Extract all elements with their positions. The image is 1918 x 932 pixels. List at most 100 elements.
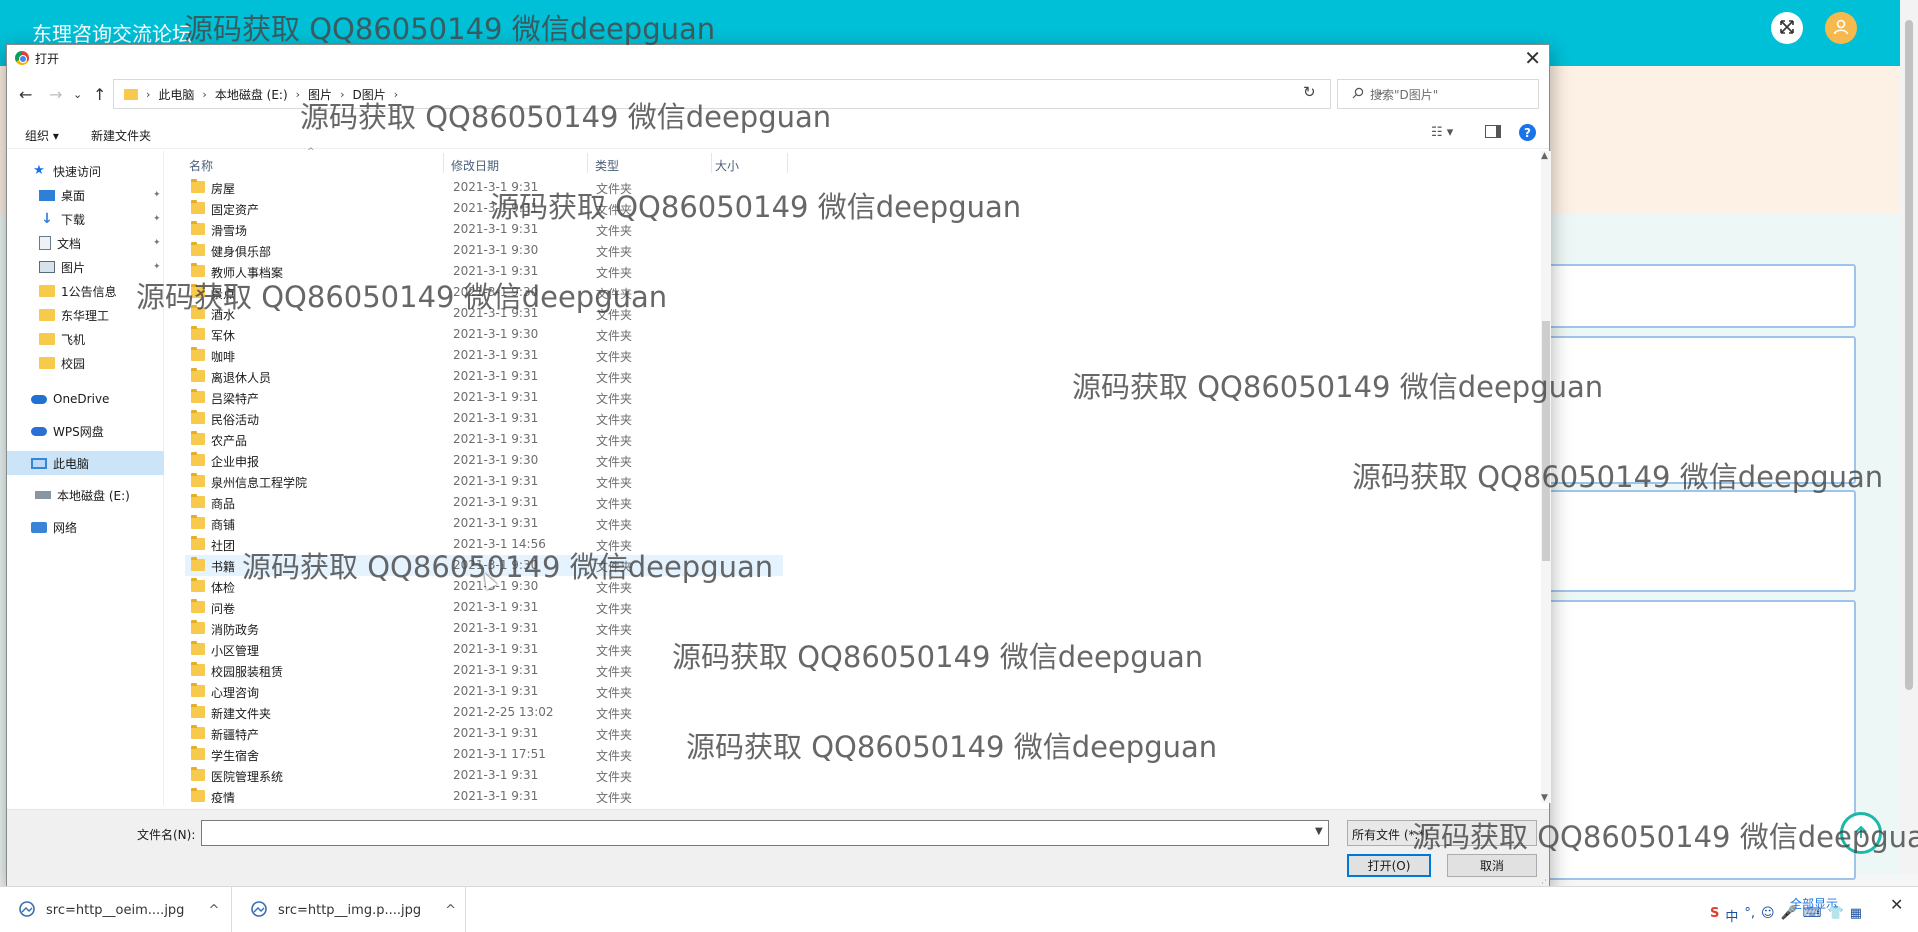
sidebar-item-folder[interactable]: 东华理工 bbox=[7, 303, 164, 327]
view-options-icon[interactable]: ☷ ▾ bbox=[1431, 125, 1453, 140]
file-row[interactable]: 心理咨询 2021-3-1 9:31 文件夹 bbox=[185, 681, 785, 702]
file-row[interactable]: 景点 2021-3-1 9:30 文件夹 bbox=[185, 282, 785, 303]
scrollbar-thumb[interactable] bbox=[1542, 321, 1550, 561]
file-row[interactable]: 问卷 2021-3-1 9:31 文件夹 bbox=[185, 597, 785, 618]
help-icon[interactable]: ? bbox=[1519, 124, 1536, 141]
column-divider[interactable] bbox=[711, 153, 712, 173]
back-arrow-icon[interactable]: ← bbox=[19, 85, 32, 104]
file-row[interactable]: 健身俱乐部 2021-3-1 9:30 文件夹 bbox=[185, 240, 785, 261]
back-to-top-button[interactable] bbox=[1840, 812, 1882, 854]
file-row[interactable]: 泉州信息工程学院 2021-3-1 9:31 文件夹 bbox=[185, 471, 785, 492]
cancel-button[interactable]: 取消 bbox=[1447, 854, 1537, 877]
download-item[interactable]: src=http__img.p....jpg ^ bbox=[232, 887, 466, 932]
organize-button[interactable]: 组织 ▾ bbox=[25, 127, 59, 144]
breadcrumb-current[interactable]: D图片 bbox=[352, 86, 385, 103]
file-row[interactable]: 滑雪场 2021-3-1 9:31 文件夹 bbox=[185, 219, 785, 240]
chevron-down-icon[interactable]: ▼ bbox=[1315, 826, 1323, 837]
file-row[interactable]: 小区管理 2021-3-1 9:31 文件夹 bbox=[185, 639, 785, 660]
scrollbar-thumb[interactable] bbox=[1905, 20, 1913, 690]
new-folder-button[interactable]: 新建文件夹 bbox=[91, 127, 151, 144]
column-modified[interactable]: 修改日期 bbox=[451, 157, 499, 174]
file-row[interactable]: 房屋 2021-3-1 9:31 文件夹 bbox=[185, 177, 785, 198]
file-row[interactable]: 商品 2021-3-1 9:31 文件夹 bbox=[185, 492, 785, 513]
forward-arrow-icon[interactable]: → bbox=[49, 85, 62, 104]
dialog-titlebar[interactable]: 打开 ✕ bbox=[7, 45, 1549, 71]
file-row[interactable]: 医院管理系统 2021-3-1 9:31 文件夹 bbox=[185, 765, 785, 786]
page-scrollbar[interactable] bbox=[1900, 0, 1918, 874]
column-divider[interactable] bbox=[443, 153, 444, 173]
file-row[interactable]: 疫情 2021-3-1 9:31 文件夹 bbox=[185, 786, 785, 803]
form-field[interactable] bbox=[1540, 336, 1856, 484]
file-type-select[interactable]: 所有文件 (*.*) bbox=[1347, 820, 1537, 846]
skin-icon[interactable]: 👕 bbox=[1828, 906, 1844, 925]
file-row[interactable]: 校园服装租赁 2021-3-1 9:31 文件夹 bbox=[185, 660, 785, 681]
file-row[interactable]: 新疆特产 2021-3-1 9:31 文件夹 bbox=[185, 723, 785, 744]
microphone-icon[interactable]: 🎤 bbox=[1781, 906, 1797, 925]
form-field[interactable] bbox=[1540, 264, 1856, 328]
file-row[interactable]: 农产品 2021-3-1 9:31 文件夹 bbox=[185, 429, 785, 450]
file-row[interactable]: 民俗活动 2021-3-1 9:31 文件夹 bbox=[185, 408, 785, 429]
sidebar-item-folder[interactable]: 校园 bbox=[7, 351, 164, 375]
column-divider[interactable] bbox=[787, 153, 788, 173]
sogou-icon[interactable]: S bbox=[1710, 906, 1719, 925]
fullscreen-button[interactable] bbox=[1771, 12, 1803, 44]
sidebar-item-drive[interactable]: 本地磁盘 (E:) bbox=[7, 483, 164, 507]
breadcrumb-drive[interactable]: 本地磁盘 (E:) bbox=[215, 86, 288, 103]
file-row[interactable]: 学生宿舍 2021-3-1 17:51 文件夹 bbox=[185, 744, 785, 765]
file-row[interactable]: 企业申报 2021-3-1 9:30 文件夹 bbox=[185, 450, 785, 471]
file-row[interactable]: 教师人事档案 2021-3-1 9:31 文件夹 bbox=[185, 261, 785, 282]
open-button[interactable]: 打开(O) bbox=[1347, 854, 1431, 877]
preview-pane-icon[interactable] bbox=[1485, 125, 1501, 138]
form-textarea[interactable] bbox=[1540, 600, 1856, 880]
sidebar-item-onedrive[interactable]: OneDrive bbox=[7, 387, 164, 411]
sidebar-item-network[interactable]: 网络 bbox=[7, 515, 164, 539]
chevron-up-icon[interactable]: ^ bbox=[208, 903, 219, 918]
user-avatar-button[interactable] bbox=[1825, 12, 1857, 44]
file-row[interactable]: 固定资产 2021-3-1 9:31 文件夹 bbox=[185, 198, 785, 219]
refresh-icon[interactable]: ↻ bbox=[1303, 83, 1316, 101]
sidebar-item-wps[interactable]: WPS网盘 bbox=[7, 419, 164, 443]
column-divider[interactable] bbox=[587, 153, 588, 173]
filename-input[interactable] bbox=[201, 820, 1329, 846]
column-name[interactable]: 名称 bbox=[189, 157, 213, 174]
close-icon[interactable]: ✕ bbox=[1524, 46, 1541, 70]
file-row[interactable]: 军休 2021-3-1 9:30 文件夹 bbox=[185, 324, 785, 345]
file-row[interactable]: 新建文件夹 2021-2-25 13:02 文件夹 bbox=[185, 702, 785, 723]
chevron-up-icon[interactable]: ^ bbox=[445, 903, 456, 918]
file-list-scrollbar[interactable]: ▲ ▼ bbox=[1541, 151, 1551, 803]
toolbox-icon[interactable]: ▦ bbox=[1850, 906, 1862, 925]
form-field[interactable] bbox=[1540, 490, 1856, 592]
file-row[interactable]: 咖啡 2021-3-1 9:31 文件夹 bbox=[185, 345, 785, 366]
file-row[interactable]: 吕梁特产 2021-3-1 9:31 文件夹 bbox=[185, 387, 785, 408]
up-arrow-icon[interactable]: ↑ bbox=[93, 85, 106, 104]
sidebar-item-desktop[interactable]: 桌面 ✦ bbox=[7, 183, 164, 207]
scroll-down-icon[interactable]: ▼ bbox=[1541, 793, 1548, 803]
sidebar-item-folder[interactable]: 1公告信息 bbox=[7, 279, 164, 303]
file-row[interactable]: 消防政务 2021-3-1 9:31 文件夹 bbox=[185, 618, 785, 639]
sidebar-item-quick-access[interactable]: ★ 快速访问 bbox=[7, 159, 164, 183]
close-icon[interactable]: ✕ bbox=[1890, 895, 1903, 914]
address-bar[interactable]: › 此电脑 › 本地磁盘 (E:) › 图片 › D图片 › ⌄ bbox=[113, 79, 1385, 109]
punctuation-icon[interactable]: °, bbox=[1744, 906, 1755, 925]
search-input[interactable]: 搜索"D图片" bbox=[1337, 79, 1539, 109]
folder-icon bbox=[191, 725, 205, 739]
file-row[interactable]: 社团 2021-3-1 14:56 文件夹 bbox=[185, 534, 785, 555]
sidebar-item-pictures[interactable]: 图片 ✦ bbox=[7, 255, 164, 279]
file-row[interactable]: 商铺 2021-3-1 9:31 文件夹 bbox=[185, 513, 785, 534]
keyboard-icon[interactable]: ⌨ bbox=[1803, 906, 1822, 925]
file-row[interactable]: 酒水 2021-3-1 9:31 文件夹 bbox=[185, 303, 785, 324]
column-type[interactable]: 类型 bbox=[595, 157, 619, 174]
sidebar-item-folder[interactable]: 飞机 bbox=[7, 327, 164, 351]
ime-mode-icon[interactable]: 中 bbox=[1725, 906, 1738, 925]
column-size[interactable]: 大小 bbox=[715, 157, 739, 174]
breadcrumb-pictures[interactable]: 图片 bbox=[308, 86, 332, 103]
sidebar-item-downloads[interactable]: ↓ 下载 ✦ bbox=[7, 207, 164, 231]
scroll-up-icon[interactable]: ▲ bbox=[1541, 151, 1548, 161]
download-item[interactable]: src=http__oeim....jpg ^ bbox=[0, 887, 232, 932]
emoji-icon[interactable]: ☺ bbox=[1761, 906, 1775, 925]
sidebar-item-documents[interactable]: 文档 ✦ bbox=[7, 231, 164, 255]
recent-locations-icon[interactable]: ⌄ bbox=[73, 88, 82, 101]
sidebar-item-this-pc[interactable]: 此电脑 bbox=[7, 451, 164, 475]
file-row[interactable]: 离退休人员 2021-3-1 9:31 文件夹 bbox=[185, 366, 785, 387]
breadcrumb-this-pc[interactable]: 此电脑 bbox=[158, 86, 194, 103]
